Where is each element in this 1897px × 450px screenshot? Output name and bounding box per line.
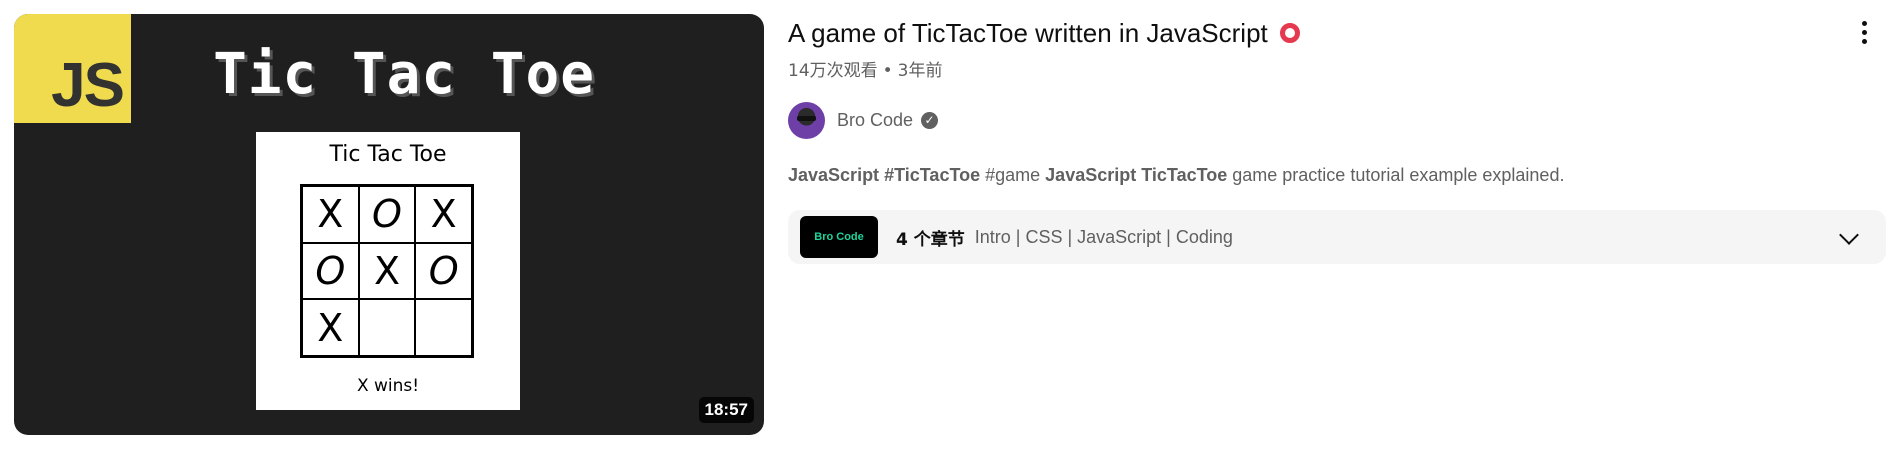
channel-avatar[interactable] <box>788 101 825 139</box>
board-cell: O <box>358 186 416 243</box>
kebab-dot-icon <box>1861 29 1867 35</box>
board-cell <box>358 299 416 356</box>
thumbnail-heading: Tic Tac Toe <box>213 42 595 107</box>
chapters-expander[interactable]: Bro Code 4 个章节 Intro | CSS | JavaScript … <box>788 210 1886 264</box>
board-cell: X <box>302 186 359 243</box>
board-cell: O <box>415 242 472 300</box>
description-keyword: JavaScript TicTacToe <box>1045 165 1228 185</box>
video-description: JavaScript #TicTacToe #game JavaScript T… <box>788 165 1888 186</box>
board-cell: X <box>415 186 472 243</box>
kebab-dot-icon <box>1861 20 1867 26</box>
tictactoe-board: X O X O X O X <box>300 184 474 358</box>
description-hashtag: #TicTacToe <box>884 165 981 185</box>
video-metadata: A game of TicTacToe written in JavaScrip… <box>788 14 1888 264</box>
hollow-red-circle-icon <box>1279 23 1300 43</box>
chevron-down-icon[interactable] <box>1839 225 1859 245</box>
game-card-title: Tic Tac Toe <box>329 142 447 167</box>
duration-badge: 18:57 <box>698 397 754 423</box>
description-text: game practice tutorial example explained… <box>1227 165 1565 185</box>
kebab-dot-icon <box>1861 38 1867 44</box>
video-thumbnail[interactable]: JS Tic Tac Toe Tic Tac Toe X O X O X O X… <box>14 14 764 435</box>
title-row: A game of TicTacToe written in JavaScrip… <box>788 14 1888 52</box>
js-logo-text: JS <box>51 51 125 120</box>
chapter-count: 4 个章节 <box>896 229 965 250</box>
video-result: JS Tic Tac Toe Tic Tac Toe X O X O X O X… <box>0 0 1897 450</box>
video-title-link[interactable]: A game of TicTacToe written in JavaScrip… <box>788 18 1268 49</box>
separator-dot: • <box>882 61 893 81</box>
board-cell: X <box>358 242 416 300</box>
board-cell: O <box>302 242 359 300</box>
board-cell: X <box>302 299 359 356</box>
board-cell <box>415 299 472 356</box>
upload-age: 3年前 <box>897 61 943 81</box>
game-status-text: X wins! <box>356 376 420 396</box>
video-stats: 14万次观看 • 3年前 <box>788 56 1888 81</box>
description-keyword: JavaScript <box>788 165 880 185</box>
description-text: #game <box>980 165 1046 185</box>
channel-row: Bro Code ✓ <box>788 101 1888 139</box>
more-actions-button[interactable] <box>1846 14 1882 50</box>
chapter-thumbnail: Bro Code <box>800 216 878 258</box>
channel-name-link[interactable]: Bro Code <box>837 110 913 131</box>
chapter-titles: Intro | CSS | JavaScript | Coding <box>974 226 1233 247</box>
game-preview-card: Tic Tac Toe X O X O X O X X wins! <box>256 132 520 410</box>
js-logo: JS <box>14 14 131 123</box>
verified-check-icon: ✓ <box>921 111 939 129</box>
view-count: 14万次观看 <box>788 61 878 81</box>
